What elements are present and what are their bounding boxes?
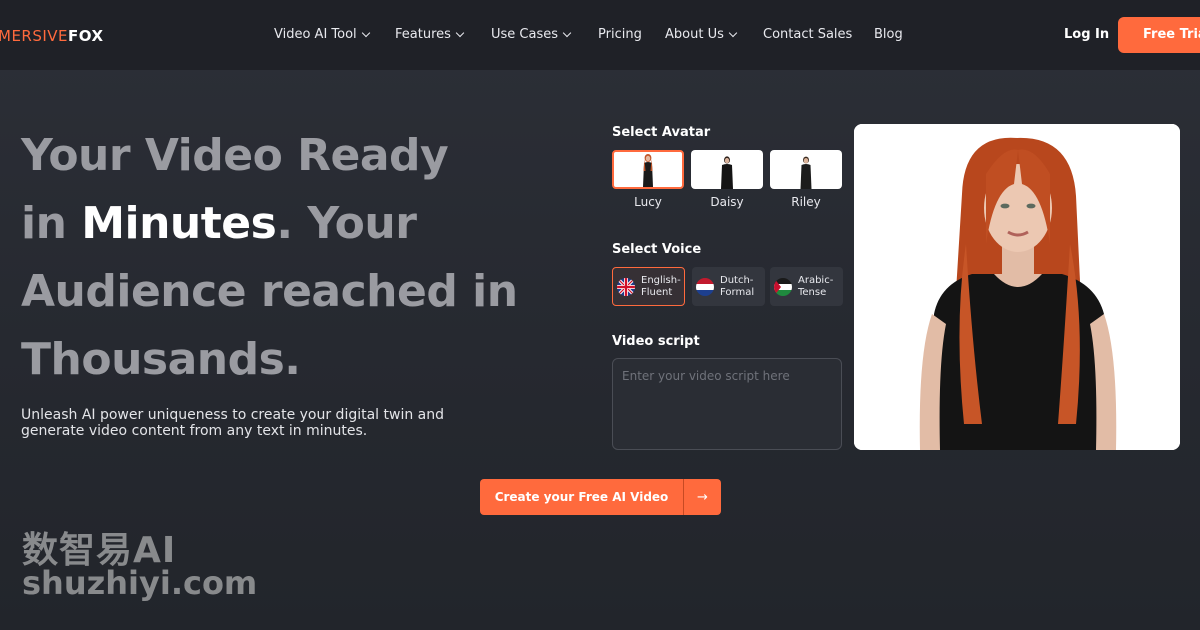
watermark-text-url: shuzhiyi.com [22,564,258,602]
chevron-down-icon [562,28,572,37]
avatar-name-riley: Riley [791,195,821,209]
logo-text-part1: MERSIVE [0,27,69,45]
arrow-right-icon: → [697,489,708,505]
voice-language: Dutch- [720,274,754,286]
avatar-riley-image [800,156,812,189]
voice-label-arabic: Arabic- Tense [798,275,833,299]
nav-item-contact-sales[interactable]: Contact Sales [763,27,852,42]
netherlands-flag-icon [696,277,714,296]
select-voice-label: Select Voice [612,242,702,257]
voice-style: Formal [720,286,755,298]
voice-label-dutch: Dutch- Formal [720,275,754,299]
headline-text: in [21,198,82,249]
nav-item-video-ai-tool[interactable]: Video AI Tool [274,27,370,42]
headline-line-1: Your Video Ready [21,130,449,181]
uk-flag-icon [617,277,635,296]
avatar-preview-image [854,124,1180,450]
headline-highlight: Minutes [81,198,277,249]
avatar-name-lucy: Lucy [634,195,662,209]
arabic-flag-icon [774,277,792,296]
top-nav: MERSIVEFOX Video AI Tool Features Use Ca… [0,0,1200,70]
avatar-card-daisy[interactable] [691,150,763,189]
avatar-preview [854,124,1180,450]
select-avatar-label: Select Avatar [612,125,711,140]
nav-item-blog[interactable]: Blog [874,27,903,42]
headline-text: . Your [276,198,417,249]
cta-label: Create your Free AI Video [494,490,669,504]
nav-label: Contact Sales [763,27,853,42]
voice-language: English- [641,274,681,286]
nav-label: About Us [665,27,724,42]
voice-style: Tense [798,286,827,298]
nav-item-pricing[interactable]: Pricing [598,27,642,42]
avatar-lucy-image [643,154,653,187]
nav-item-use-cases[interactable]: Use Cases [491,27,572,42]
avatar-card-lucy[interactable] [612,150,684,189]
logo-text-part2: FOX [68,27,104,45]
nav-label: Features [395,27,451,42]
brand-logo[interactable]: MERSIVEFOX [0,27,104,45]
nav-label: Blog [874,27,903,42]
create-free-video-button[interactable]: Create your Free AI Video → [480,479,721,515]
hero-headline: Your Video Ready in Minutes. Your Audien… [21,122,581,394]
nav-item-about-us[interactable]: About Us [665,27,738,42]
login-link[interactable]: Log In [1064,27,1109,42]
hero-subtext: Unleash AI power uniqueness to create yo… [21,407,445,439]
free-trial-button[interactable]: Free Trial [1118,17,1200,53]
chevron-down-icon [455,28,465,37]
headline-line-4: Thousands. [21,334,301,385]
nav-label: Pricing [598,27,642,42]
voice-option-arabic[interactable]: Arabic- Tense [770,267,843,306]
voice-style: Fluent [641,286,673,298]
voice-option-dutch[interactable]: Dutch- Formal [692,267,765,306]
chevron-down-icon [361,28,370,37]
voice-language: Arabic- [798,274,834,286]
headline-line-2: in Minutes. Your [21,190,581,258]
chevron-down-icon [728,28,738,37]
video-script-input[interactable] [612,358,842,450]
video-script-label: Video script [612,334,700,349]
headline-line-3: Audience reached in [21,266,518,317]
nav-label: Use Cases [491,27,559,42]
voice-label-english: English- Fluent [641,275,681,299]
nav-label: Video AI Tool [274,27,357,42]
voice-option-english[interactable]: English- Fluent [612,267,685,306]
nav-item-features[interactable]: Features [395,27,465,42]
avatar-daisy-image [721,156,733,189]
avatar-card-riley[interactable] [770,150,842,189]
avatar-name-daisy: Daisy [710,195,744,209]
